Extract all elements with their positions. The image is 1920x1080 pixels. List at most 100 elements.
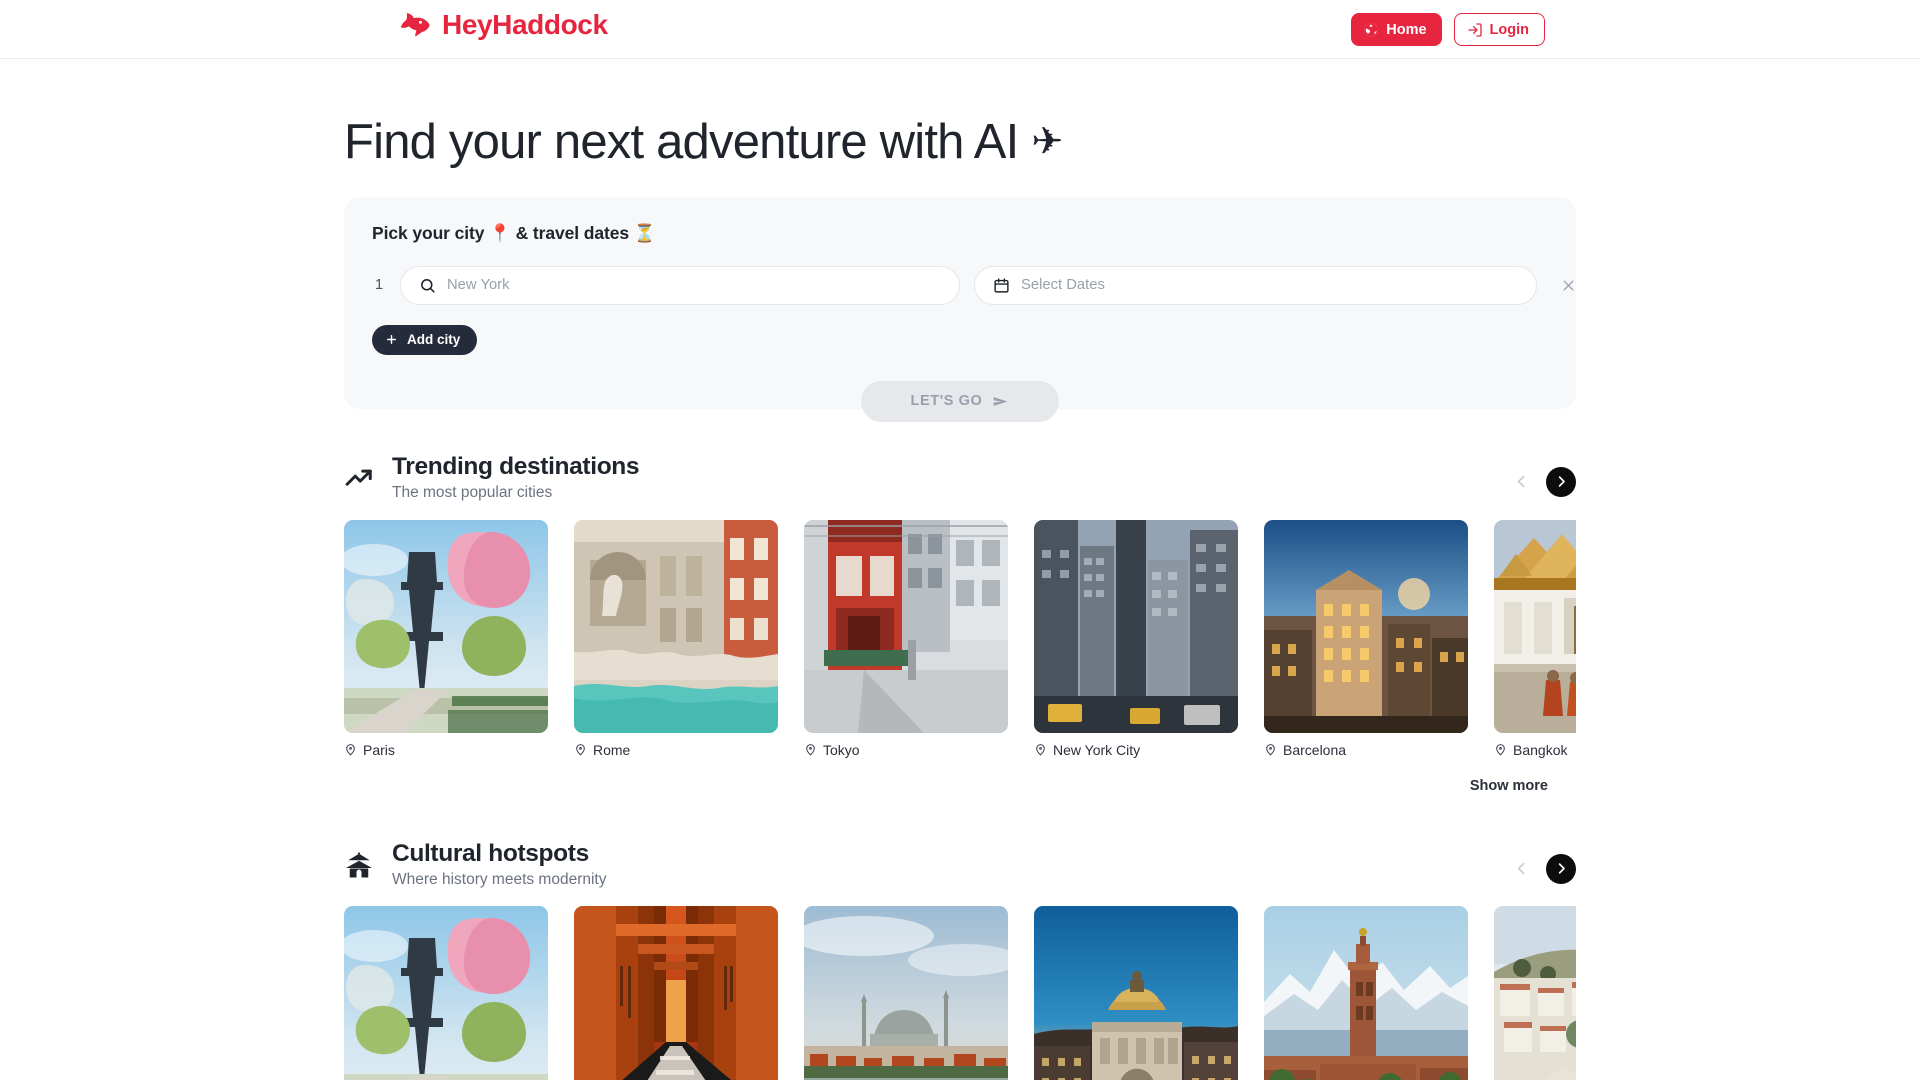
map-pin-icon <box>1036 744 1045 756</box>
destination-label: Barcelona <box>1264 742 1468 758</box>
sections-host: Trending destinations The most popular ci… <box>344 453 1576 1080</box>
map-pin-icon <box>806 744 815 756</box>
destination-name: Paris <box>363 741 395 758</box>
chevron-left-icon <box>1517 862 1525 875</box>
map-pin-icon <box>574 743 587 756</box>
destination-rail[interactable]: Paris Rome Tokyo New York City Barcelona Bang… <box>344 519 1576 758</box>
login-button-label: Login <box>1489 21 1529 38</box>
map-pin-icon <box>1496 744 1505 756</box>
search-card: Pick your city 📍 & travel dates ⏳ 1 New … <box>344 196 1576 422</box>
chevron-right-icon <box>1558 476 1565 488</box>
section-subtitle: Where history meets modernity <box>392 870 607 888</box>
page-title: Find your next adventure with AI ✈ <box>344 115 1576 170</box>
add-city-button[interactable]: Add city <box>372 324 478 355</box>
trending-up-icon <box>344 463 374 493</box>
destination-card[interactable]: New York City <box>1034 519 1238 758</box>
brand-logo[interactable]: HeyHaddock <box>398 8 608 42</box>
destination-label: New York City <box>1034 742 1238 758</box>
carousel-prev-button[interactable] <box>1511 471 1532 492</box>
destination-image <box>804 906 1008 1080</box>
destination-name: Barcelona <box>1283 741 1347 758</box>
destination-rail[interactable]: ParisKyotoIstanbulMexico CityMarrakechAt… <box>344 906 1576 1080</box>
chevron-right-icon <box>1558 863 1565 874</box>
destination-card[interactable]: Paris <box>344 519 548 758</box>
lets-go-button[interactable]: LET'S GO <box>861 380 1059 422</box>
show-more-button[interactable]: Show more <box>1466 776 1552 796</box>
submit-row: LET'S GO <box>344 380 1576 422</box>
section-title: Cultural hotspots <box>392 839 589 867</box>
destination-image <box>574 519 778 733</box>
plane-icon: ✈ <box>1031 121 1063 164</box>
destination-image <box>1034 906 1238 1080</box>
section-cultural: Cultural hotspots Where history meets mod… <box>344 840 1576 1080</box>
top-header: HeyHaddock Home Login <box>0 0 1920 59</box>
section-title: Trending destinations <box>392 452 640 480</box>
search-card-title: Pick your city 📍 & travel dates ⏳ <box>372 222 656 243</box>
destination-image <box>1034 519 1238 733</box>
section-subtitle: The most popular cities <box>392 484 553 502</box>
map-pin-icon <box>804 743 817 756</box>
content-wrapper: Find your next adventure with AI ✈ Pick … <box>344 115 1576 1080</box>
remove-city-button[interactable] <box>1557 274 1580 297</box>
map-pin-icon <box>346 744 355 756</box>
destination-image <box>1494 906 1576 1080</box>
destination-name: Tokyo <box>823 741 860 758</box>
destination-label: Bangkok <box>1494 742 1576 758</box>
destination-card[interactable]: Kyoto <box>574 906 778 1080</box>
page-root: HeyHaddock Home Login Find your next adv… <box>0 0 1920 1080</box>
destination-label: Paris <box>344 742 548 758</box>
pagoda-icon <box>344 850 374 880</box>
section-trending: Trending destinations The most popular ci… <box>344 453 1576 796</box>
page-title-text: Find your next adventure with AI <box>344 115 1019 169</box>
carousel-prev-button[interactable] <box>1511 858 1532 879</box>
home-button-label: Home <box>1386 21 1427 38</box>
chevron-left-icon <box>1517 476 1525 488</box>
destination-image <box>344 519 548 733</box>
home-button[interactable]: Home <box>1351 13 1442 46</box>
destination-card[interactable]: Tokyo <box>804 519 1008 758</box>
destination-card[interactable]: Istanbul <box>804 906 1008 1080</box>
login-arrow-icon <box>1467 22 1482 37</box>
map-pin-icon <box>1494 743 1507 756</box>
date-field[interactable] <box>974 265 1537 305</box>
search-icon <box>421 278 435 293</box>
destination-card[interactable]: Paris <box>344 906 548 1080</box>
destination-name: New York City <box>1053 741 1141 758</box>
destination-card[interactable]: Barcelona <box>1264 519 1468 758</box>
destination-label: Rome <box>574 742 778 758</box>
section-titles: Trending destinations The most popular ci… <box>392 452 640 503</box>
destination-card[interactable]: Rome <box>574 519 778 758</box>
destination-card[interactable]: Bangkok <box>1494 519 1576 758</box>
map-pin-icon <box>1034 743 1047 756</box>
city-field[interactable] <box>400 265 960 305</box>
map-pin-icon <box>576 744 585 756</box>
brand-name: HeyHaddock <box>442 9 608 40</box>
destination-card[interactable]: Athens <box>1494 906 1576 1080</box>
fish-icon <box>401 13 430 37</box>
map-pin-icon <box>344 743 357 756</box>
city-input[interactable] <box>447 266 941 304</box>
map-pin-icon <box>1264 743 1277 756</box>
destination-image <box>1264 906 1468 1080</box>
login-button[interactable]: Login <box>1453 13 1545 46</box>
row-index: 1 <box>374 277 384 294</box>
carousel-next-button[interactable] <box>1546 853 1576 884</box>
destination-image <box>1264 519 1468 733</box>
carousel-nav <box>1511 853 1576 884</box>
destination-name: Bangkok <box>1513 741 1568 758</box>
send-arrow-icon <box>994 396 1008 406</box>
carousel-next-button[interactable] <box>1546 466 1576 497</box>
header-actions: Home Login <box>1351 13 1545 46</box>
pagoda-icon <box>346 851 372 878</box>
destination-card[interactable]: Mexico City <box>1034 906 1238 1080</box>
map-pin-icon <box>1266 744 1275 756</box>
carousel-nav <box>1511 466 1576 497</box>
destination-card[interactable]: Marrakech <box>1264 906 1468 1080</box>
destination-name: Rome <box>593 741 631 758</box>
section-titles: Cultural hotspots Where history meets mod… <box>392 840 607 890</box>
section-header: Trending destinations The most popular ci… <box>344 453 1576 503</box>
destination-image <box>1494 519 1576 733</box>
date-input[interactable] <box>1021 266 1518 304</box>
close-icon <box>1563 280 1574 291</box>
lets-go-label: LET'S GO <box>910 393 983 410</box>
